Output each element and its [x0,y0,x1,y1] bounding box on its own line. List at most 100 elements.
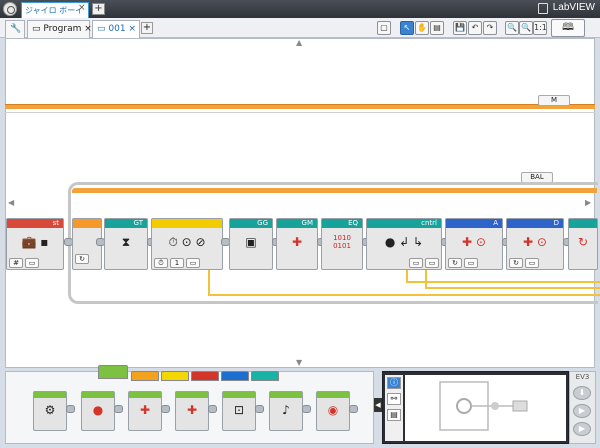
palette-tab-advanced[interactable] [221,371,249,381]
data-output-icon[interactable]: ▭ [409,258,423,268]
timer-port-value[interactable]: 1 [170,258,184,268]
scroll-up-icon[interactable]: ▲ [296,38,302,47]
port-view-tab[interactable]: ⚯ [387,393,401,405]
data-output-icon[interactable]: ▭ [425,258,439,268]
pan-tool-button[interactable]: ✋ [415,21,429,35]
collapse-panel-icon[interactable]: ◀ [374,398,382,412]
loop-header [73,219,101,228]
palette-tab-action[interactable] [98,365,128,379]
data-wire [208,294,600,296]
palette-block-display[interactable]: ⊡ [222,391,256,431]
block-label: cntrl [367,219,441,228]
data-wire [425,270,427,288]
sequence-wire-shadow [5,112,595,113]
brick-button-icon [456,398,472,414]
myblock-gm[interactable]: GM ✚ [276,218,318,270]
block-header [569,219,597,228]
program-icon: ▭ [32,24,41,34]
redo-button[interactable]: ↷ [483,21,497,35]
myblock-cntrl[interactable]: cntrl ● ↲ ↳ ▭ ▭ [366,218,442,270]
power-input-icon[interactable]: ▭ [464,258,478,268]
comment-button[interactable]: ▢ [377,21,391,35]
tab-program-close-icon[interactable]: × [84,24,92,34]
palette-tab-flow[interactable] [131,371,159,381]
timer-mode-icon[interactable]: ⏱ [154,258,168,268]
tab-program[interactable]: ▭ Program × [27,20,92,38]
motor-port-label: D [507,219,563,228]
block-label: GM [277,219,317,228]
large-motor-icon: ● [92,403,104,417]
scroll-left-icon[interactable]: ◀ [8,198,14,207]
myblock-st[interactable]: st 💼 ▪ # ▭ [6,218,64,270]
timer-icon: ⏱ ⊙ ⊘ [168,234,206,249]
gyro-sensor-icon: ▣ [245,235,257,249]
undo-button[interactable]: ↶ [468,21,482,35]
large-motor-icon: ✚ ⊙ [462,235,486,249]
tab-001-close-icon[interactable]: × [128,24,136,34]
run-selected-icon[interactable]: ▶ [573,422,591,436]
suitcase-icon: 💼 ▪ [21,235,49,249]
motor-block-a[interactable]: A ✚ ⊙ ↻ ▭ [445,218,503,270]
scroll-down-icon[interactable]: ▼ [296,358,302,367]
block-label: EQ [322,219,362,228]
palette-block-medium-motor[interactable]: ⚙ [33,391,67,431]
hardware-preview [405,375,566,441]
palette-block-brick-status-light[interactable]: ◉ [316,391,350,431]
zoom-reset-button[interactable]: 1:1 [533,21,547,35]
data-wire [425,287,600,289]
timer-block[interactable]: ⏱ ⊙ ⊘ ⏱ 1 ▭ [151,218,223,270]
partial-block[interactable]: ↻ [568,218,598,270]
data-input-icon[interactable]: ▭ [25,258,39,268]
project-tab-close-icon[interactable]: × [78,3,86,13]
myblock-gt[interactable]: GT ⧗ [104,218,148,270]
sequence-wire-top [5,104,595,109]
palette-tab-data[interactable] [191,371,219,381]
brick-diagram [439,381,528,431]
add-project-button[interactable]: + [92,3,105,15]
zoom-in-button[interactable]: 🔍 [519,21,533,35]
wrench-icon: 🔧 [10,24,22,34]
download-and-run-icon[interactable]: ▶ [573,404,591,418]
hourglass-icon: ⧗ [121,234,131,249]
loop-mode-icon[interactable]: ↻ [75,254,89,264]
motor-mode-icon[interactable]: ↻ [448,258,462,268]
add-program-button[interactable]: + [141,22,153,34]
motor-mode-icon[interactable]: ↻ [509,258,523,268]
tab-001[interactable]: ▭ 001 × [92,20,140,38]
block-label: st [7,219,63,228]
project-properties-tab[interactable]: 🔧 [5,20,25,38]
ev3-label: EV3 [575,373,590,381]
brick-info-tab[interactable]: ⓘ [387,377,401,389]
large-motor-icon: ✚ ⊙ [523,235,547,249]
palette-tab-myblocks[interactable] [251,371,279,381]
sequence-tag-m[interactable]: M [538,95,570,106]
content-editor-button[interactable]: 🕮 [551,19,585,37]
download-icon[interactable]: ⬇ [573,386,591,400]
data-output-icon[interactable]: ▭ [186,258,200,268]
motors-icon: ● ↲ ↳ [384,235,424,249]
palette-plug [161,405,170,413]
tab-001-label: 001 [108,24,126,34]
select-tool-button[interactable]: ↖ [400,21,414,35]
usb-icon [512,400,528,412]
palette-plug [349,405,358,413]
myblock-gg[interactable]: GG ▣ [229,218,273,270]
move-steering-icon: ✚ [139,403,151,417]
zoom-out-button[interactable]: 🔍 [505,21,519,35]
motor-block-d[interactable]: D ✚ ⊙ ↻ ▭ [506,218,564,270]
save-button[interactable]: 💾 [453,21,467,35]
mode-selector-icon[interactable]: # [9,258,23,268]
myblock-eq[interactable]: EQ 1010 0101 [321,218,363,270]
palette-plug [302,405,311,413]
palette-block-sound[interactable]: ♪ [269,391,303,431]
data-wire [406,281,600,283]
palette-block-move-steering[interactable]: ✚ [128,391,162,431]
lobby-home-icon[interactable] [3,2,17,16]
palette-plug [114,405,123,413]
palette-block-move-tank[interactable]: ✚ [175,391,209,431]
palette-block-large-motor[interactable]: ● [81,391,115,431]
available-bricks-tab[interactable]: ▤ [387,409,401,421]
palette-tab-sensor[interactable] [161,371,189,381]
power-input-icon[interactable]: ▭ [525,258,539,268]
comment-tool-button[interactable]: ▤ [430,21,444,35]
